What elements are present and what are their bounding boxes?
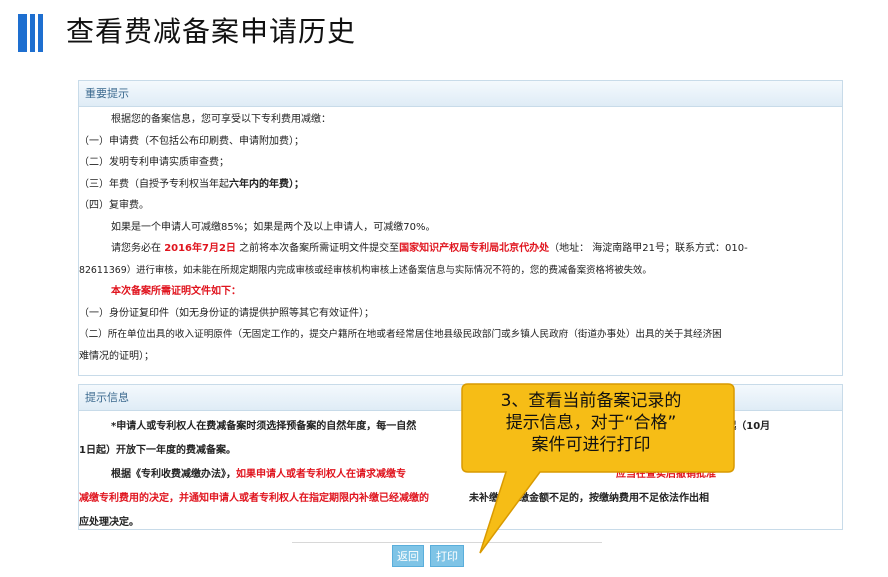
important-notice-panel: 重要提示 根据您的备案信息，您可享受以下专利费用减缴： （一）申请费（不包括公布…: [78, 80, 843, 376]
reduction-rate: 如果是一个申请人可减缴85%；如果是两个及以上申请人，可减缴70%。: [111, 221, 436, 233]
doc-item-2-cont: 难情况的证明）；: [79, 350, 154, 362]
back-button[interactable]: 返回: [392, 545, 424, 567]
print-button[interactable]: 打印: [430, 545, 464, 567]
fee-item-4: （四）复审费。: [79, 200, 149, 211]
docs-title: 本次备案所需证明文件如下：: [111, 286, 241, 297]
fee-item-3: （三）年费（自授予专利权当年起六年内的年费）；: [79, 178, 304, 190]
fee-item-1: （一）申请费（不包括公布印刷费、申请附加费）；: [79, 135, 304, 147]
tip-line-3: 根据《专利收费减缴办法》，如果申请人或者专利权人在请求减缴专 应当在查实后撤销批准: [111, 469, 716, 480]
deadline-line: 请您务必在 2016年7月2日 之前将本次备案所需证明文件提交至国家知识产权局专…: [111, 243, 748, 254]
notice-heading: 重要提示: [79, 81, 842, 107]
notice-intro: 根据您的备案信息，您可享受以下专利费用减缴：: [111, 114, 331, 125]
fee-item-2: （二）发明专利申请实质审查费；: [79, 157, 229, 168]
deadline-date: 2016年7月2日: [164, 243, 236, 254]
notice-content: 根据您的备案信息，您可享受以下专利费用减缴： （一）申请费（不包括公布印刷费、申…: [1, 107, 842, 367]
office-name: 国家知识产权局专利局北京代办处: [399, 243, 550, 254]
doc-item-1: （一）身份证复印件（如无身份证的请提供护照等其它有效证件）；: [79, 307, 374, 319]
deadline-continuation: 82611369）进行审核，如未能在所规定期限内完成审核或经审核机构审核上述备案…: [79, 264, 652, 276]
button-divider: [292, 542, 602, 543]
tip-line-5: 应处理决定。: [79, 517, 139, 528]
callout-text: 3、查看当前备案记录的 提示信息，对于“合格” 案件可进行打印: [500, 391, 682, 455]
doc-item-2: （二）所在单位出具的收入证明原件（无固定工作的，提交户籍所在地或者经常居住地县级…: [79, 329, 722, 340]
tip-line-4: 减缴专利费用的决定，并通知申请人或者专利权人在指定期限内补缴已经减缴的 未补缴或补…: [79, 493, 709, 504]
page-title: 查看费减备案申请历史: [66, 15, 357, 48]
title-decoration: [18, 14, 46, 52]
